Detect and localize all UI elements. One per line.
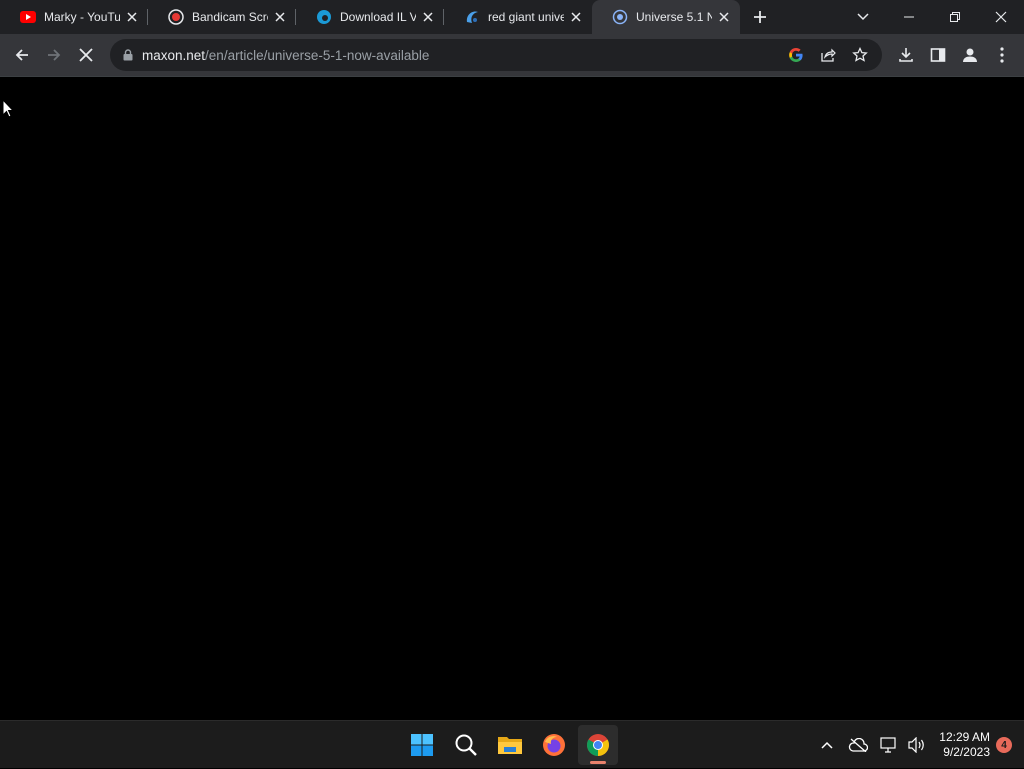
system-tray: 12:29 AM 9/2/2023 4: [813, 721, 1024, 769]
browser-toolbar: maxon.net/en/article/universe-5-1-now-av…: [0, 34, 1024, 76]
network-button[interactable]: [875, 725, 903, 765]
profile-button[interactable]: [954, 39, 986, 71]
clock-button[interactable]: 12:29 AM 9/2/2023: [931, 730, 996, 760]
download-icon: [899, 48, 913, 62]
onedrive-button[interactable]: [841, 725, 875, 765]
close-window-button[interactable]: [978, 0, 1024, 34]
chevron-down-icon: [857, 13, 869, 21]
windows-start-icon: [411, 734, 433, 756]
address-bar[interactable]: maxon.net/en/article/universe-5-1-now-av…: [110, 39, 882, 71]
firefox-icon: [543, 734, 565, 756]
clock-time: 12:29 AM: [939, 730, 990, 744]
close-icon[interactable]: [568, 9, 584, 25]
profile-icon: [963, 48, 977, 62]
file-explorer-button[interactable]: [490, 725, 530, 765]
close-icon[interactable]: [420, 9, 436, 25]
window-controls: [886, 0, 1024, 34]
downloads-button[interactable]: [890, 39, 922, 71]
forward-button[interactable]: [38, 39, 70, 71]
tab-search[interactable]: red giant univer: [444, 0, 592, 34]
tab-search-button[interactable]: [848, 0, 878, 34]
page-content[interactable]: [0, 77, 1024, 720]
minimize-icon: [904, 16, 914, 18]
loading-globe-icon: [612, 9, 628, 25]
edge-download-icon: [316, 9, 332, 25]
close-icon[interactable]: [272, 9, 288, 25]
speaker-icon: [908, 737, 925, 753]
close-icon: [995, 11, 1007, 23]
chevron-up-icon: [821, 741, 833, 749]
firefox-button[interactable]: [534, 725, 574, 765]
chrome-button[interactable]: [578, 725, 618, 765]
side-panel-icon: [930, 48, 946, 62]
google-icon: [789, 48, 803, 62]
tab-title: red giant univer: [488, 10, 564, 24]
show-hidden-icons-button[interactable]: [813, 725, 841, 765]
star-icon: [852, 47, 868, 62]
tab-youtube[interactable]: Marky - YouTube: [0, 0, 148, 34]
lock-icon[interactable]: [120, 47, 136, 63]
bookmark-button[interactable]: [844, 39, 876, 71]
youtube-icon: [20, 9, 36, 25]
tab-title: Download IL Vo: [340, 10, 416, 24]
back-button[interactable]: [6, 39, 38, 71]
menu-button[interactable]: [986, 39, 1018, 71]
url-path: /en/article/universe-5-1-now-available: [205, 47, 430, 63]
tab-title: Bandicam Screen: [192, 10, 268, 24]
stop-loading-button[interactable]: [70, 39, 102, 71]
volume-button[interactable]: [903, 725, 931, 765]
close-icon[interactable]: [716, 9, 732, 25]
tab-bandicam[interactable]: Bandicam Screen: [148, 0, 296, 34]
taskbar-apps: [402, 721, 618, 769]
more-vertical-icon: [1000, 47, 1004, 63]
tab-download[interactable]: Download IL Vo: [296, 0, 444, 34]
tab-universe[interactable]: Universe 5.1 No: [592, 0, 740, 34]
minimize-button[interactable]: [886, 0, 932, 34]
url-text[interactable]: maxon.net/en/article/universe-5-1-now-av…: [142, 48, 429, 63]
search-result-icon: [464, 9, 480, 25]
arrow-left-icon: [15, 49, 28, 61]
search-icon: [455, 734, 477, 756]
side-panel-button[interactable]: [922, 39, 954, 71]
arrow-right-icon: [48, 49, 61, 61]
restore-icon: [950, 12, 960, 22]
windows-taskbar: 12:29 AM 9/2/2023 4: [0, 720, 1024, 768]
chrome-icon: [587, 734, 609, 756]
share-icon: [821, 48, 836, 62]
file-explorer-icon: [498, 737, 522, 754]
taskbar-search-button[interactable]: [446, 725, 486, 765]
cloud-offline-icon: [849, 738, 869, 752]
plus-icon: [754, 11, 766, 23]
restore-button[interactable]: [932, 0, 978, 34]
google-lens-button[interactable]: [780, 39, 812, 71]
network-icon: [880, 737, 896, 753]
share-button[interactable]: [812, 39, 844, 71]
url-host: maxon.net: [142, 47, 206, 63]
mouse-cursor-icon: [2, 99, 14, 118]
clock-date: 9/2/2023: [943, 745, 990, 759]
stop-icon: [79, 48, 93, 62]
new-tab-button[interactable]: [740, 0, 780, 34]
bandicam-icon: [168, 9, 184, 25]
close-icon[interactable]: [124, 9, 140, 25]
tab-title: Marky - YouTube: [44, 10, 120, 24]
tab-title: Universe 5.1 No: [636, 10, 712, 24]
start-button[interactable]: [402, 725, 442, 765]
notification-badge[interactable]: 4: [996, 737, 1012, 753]
